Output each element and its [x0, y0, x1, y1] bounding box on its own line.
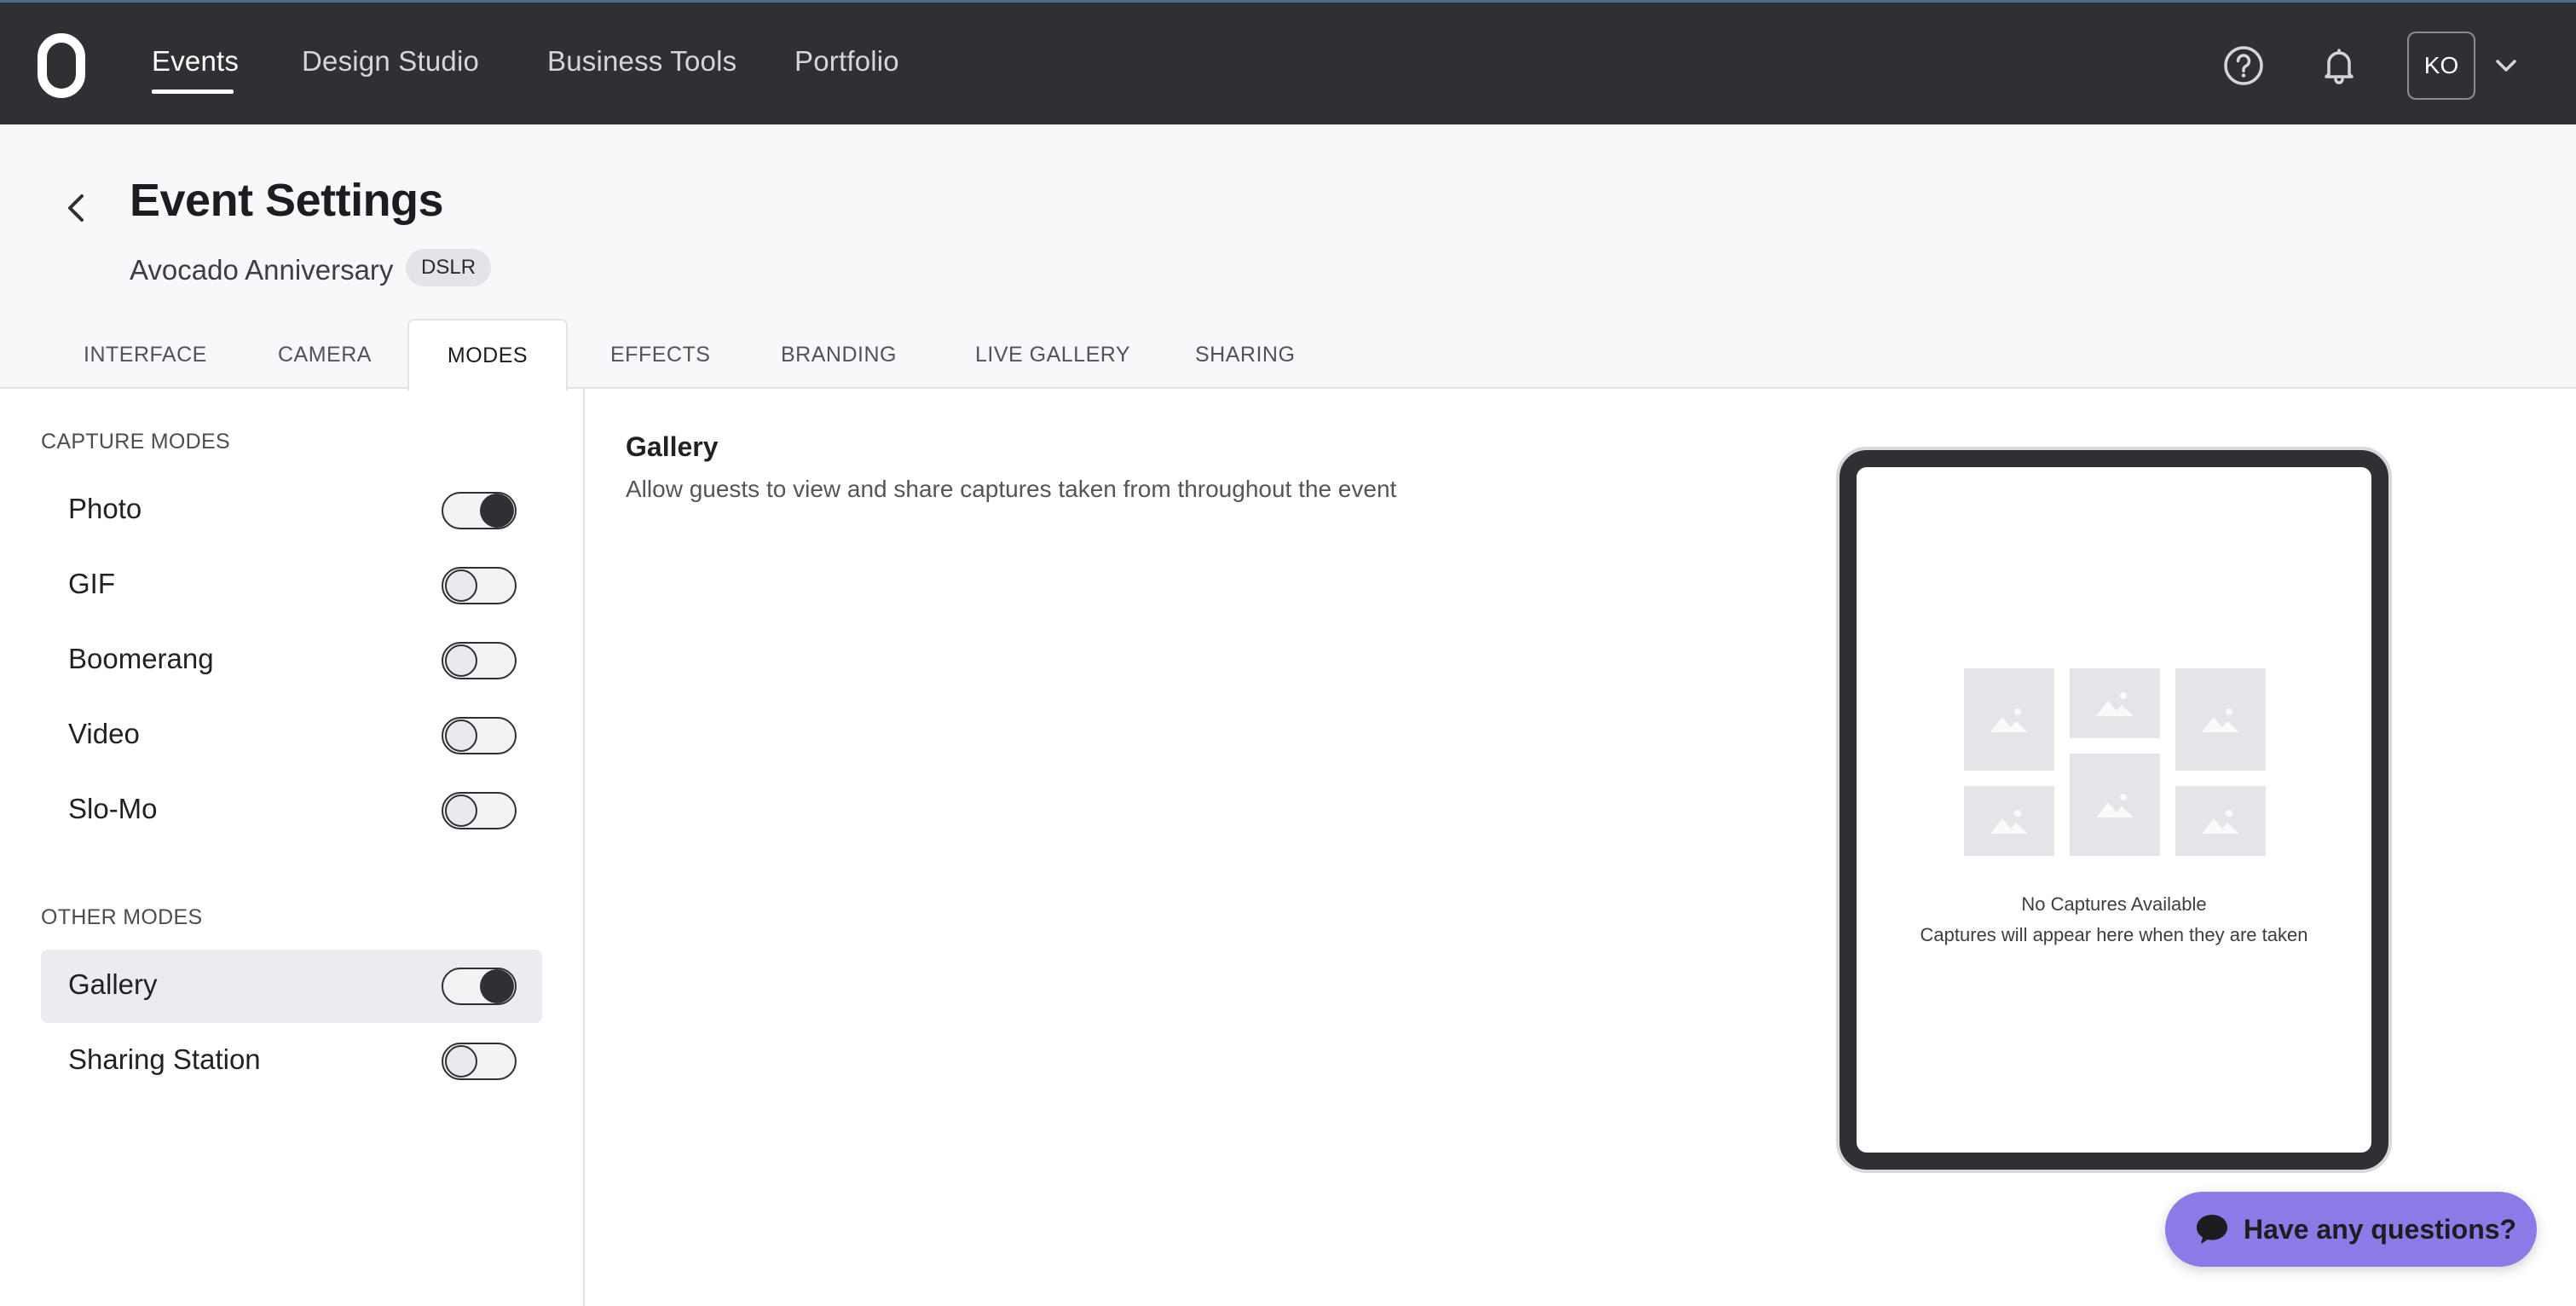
notification-bell-icon[interactable] — [2317, 43, 2361, 88]
toggle-knob — [445, 644, 477, 677]
chat-button-label: Have any questions? — [2244, 1213, 2517, 1245]
placeholder-image-icon — [1964, 668, 2054, 771]
mode-row-photo[interactable]: Photo — [41, 474, 542, 547]
mode-label: Sharing Station — [68, 1043, 261, 1075]
capture-modes-heading: CAPTURE MODES — [41, 430, 230, 454]
gif-toggle[interactable] — [442, 567, 517, 604]
tablet-screen: No Captures Available Captures will appe… — [1857, 467, 2371, 1153]
toggle-knob — [445, 719, 477, 752]
boomerang-toggle[interactable] — [442, 642, 517, 679]
tab-live-gallery[interactable]: LIVE GALLERY — [975, 321, 1130, 389]
tab-branding[interactable]: BRANDING — [781, 321, 897, 389]
brand-logo[interactable] — [38, 33, 85, 98]
slo-mo-toggle[interactable] — [442, 792, 517, 829]
modes-sidebar: CAPTURE MODES Photo GIF Boomerang Video … — [0, 389, 585, 1306]
top-navigation-bar: Events Design Studio Business Tools Port… — [0, 0, 2576, 124]
photo-toggle[interactable] — [442, 492, 517, 529]
toggle-knob — [445, 569, 477, 602]
empty-state-subtitle: Captures will appear here when they are … — [1920, 924, 2308, 945]
back-arrow-icon[interactable] — [58, 182, 92, 234]
nav-design-studio[interactable]: Design Studio — [302, 45, 479, 78]
sharing-station-toggle[interactable] — [442, 1043, 517, 1080]
placeholder-image-icon — [2070, 754, 2160, 856]
mode-row-sharing-station[interactable]: Sharing Station — [41, 1025, 542, 1098]
tab-effects[interactable]: EFFECTS — [610, 321, 710, 389]
toggle-knob — [445, 1045, 477, 1078]
toggle-knob — [445, 795, 477, 827]
empty-state-title: No Captures Available — [2021, 893, 2207, 915]
toggle-knob — [480, 969, 514, 1003]
mode-label: GIF — [68, 568, 115, 599]
event-name: Avocado Anniversary — [130, 254, 394, 286]
placeholder-image-icon — [2175, 786, 2266, 856]
other-modes-heading: OTHER MODES — [41, 905, 203, 929]
page-header: Event Settings Avocado Anniversary DSLR … — [0, 124, 2576, 390]
tab-interface[interactable]: INTERFACE — [84, 321, 207, 389]
nav-events[interactable]: Events — [152, 45, 239, 78]
chat-bubble-icon — [2197, 1215, 2227, 1244]
tab-modes[interactable]: MODES — [407, 319, 568, 390]
placeholder-image-icon — [2175, 668, 2266, 771]
video-toggle[interactable] — [442, 717, 517, 754]
mode-row-boomerang[interactable]: Boomerang — [41, 624, 542, 697]
mode-row-video[interactable]: Video — [41, 699, 542, 772]
user-avatar[interactable]: KO — [2407, 32, 2475, 100]
tab-camera[interactable]: CAMERA — [278, 321, 372, 389]
tab-sharing[interactable]: SHARING — [1195, 321, 1295, 389]
mode-settings-panel: Gallery Allow guests to view and share c… — [586, 389, 2576, 1306]
device-badge: DSLR — [406, 249, 492, 286]
tablet-preview: No Captures Available Captures will appe… — [1836, 447, 2392, 1173]
mode-row-slo-mo[interactable]: Slo-Mo — [41, 774, 542, 847]
mode-label: Slo-Mo — [68, 793, 158, 824]
toggle-knob — [480, 494, 514, 528]
mode-label: Boomerang — [68, 643, 214, 674]
mode-row-gallery[interactable]: Gallery — [41, 950, 542, 1023]
placeholder-image-icon — [1964, 786, 2054, 856]
mode-label: Gallery — [68, 968, 158, 1000]
gallery-toggle[interactable] — [442, 968, 517, 1005]
support-chat-button[interactable]: Have any questions? — [2165, 1192, 2537, 1267]
mode-row-gif[interactable]: GIF — [41, 549, 542, 622]
page-title: Event Settings — [130, 175, 444, 226]
section-description: Allow guests to view and share captures … — [626, 476, 1397, 502]
mode-label: Video — [68, 718, 140, 749]
nav-portfolio[interactable]: Portfolio — [794, 45, 899, 78]
help-icon[interactable] — [2221, 43, 2266, 88]
section-title: Gallery — [626, 431, 719, 462]
nav-business-tools[interactable]: Business Tools — [547, 45, 736, 78]
mode-label: Photo — [68, 493, 142, 524]
placeholder-image-icon — [2070, 668, 2160, 738]
nav-active-indicator — [152, 90, 234, 94]
chevron-down-icon[interactable] — [2492, 52, 2520, 79]
